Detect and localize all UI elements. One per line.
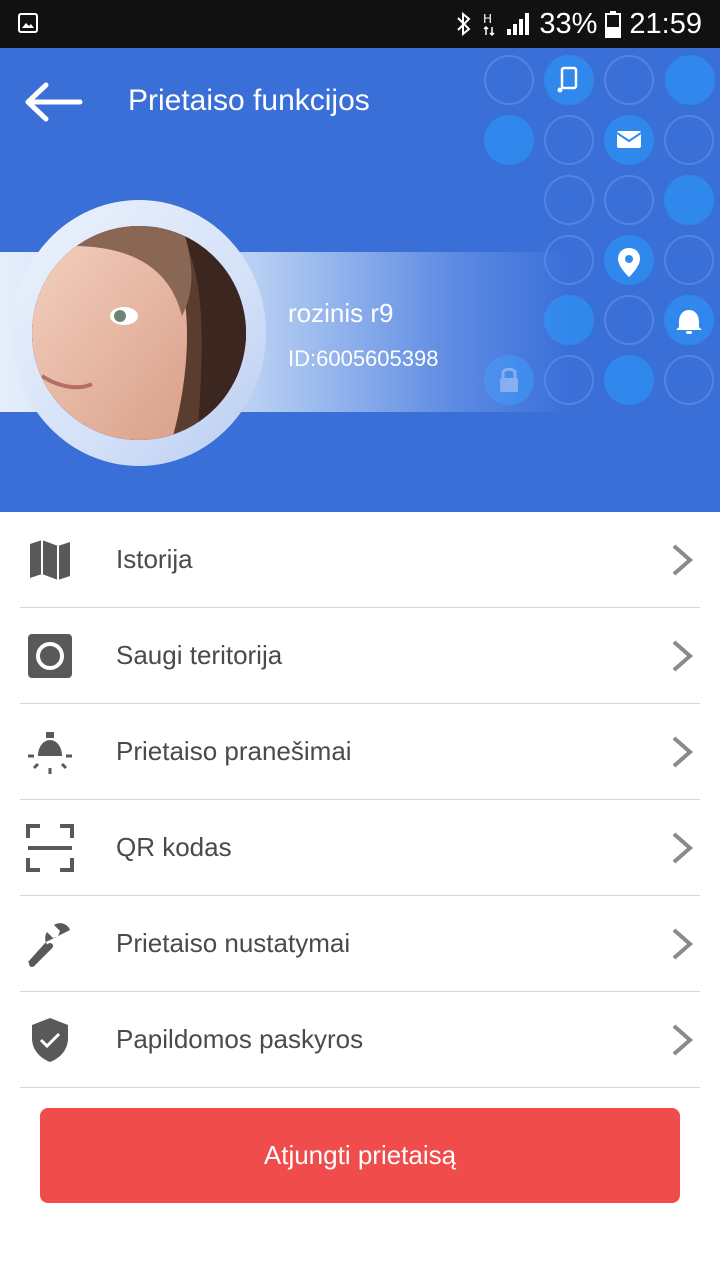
device-avatar[interactable]	[32, 226, 246, 440]
menu-item-prietaiso-pranesimai[interactable]: Prietaiso pranešimai	[20, 704, 700, 800]
bluetooth-icon	[457, 11, 471, 37]
chevron-right-icon	[672, 544, 694, 576]
back-arrow-icon[interactable]	[22, 78, 86, 126]
menu-item-saugi-teritorija[interactable]: Saugi teritorija	[20, 608, 700, 704]
bulb-notification-icon	[28, 732, 72, 774]
menu-item-qr-kodas[interactable]: QR kodas	[20, 800, 700, 896]
mail-icon	[616, 131, 642, 148]
menu-item-label: Istorija	[116, 544, 193, 574]
status-bar: H 33% 21:59	[0, 0, 720, 48]
device-id: ID:6005605398	[288, 346, 439, 371]
chevron-right-icon	[672, 640, 694, 672]
clock: 21:59	[629, 7, 702, 40]
menu-item-label: Papildomos paskyros	[116, 1024, 364, 1054]
menu-item-prietaiso-nustatymai[interactable]: Prietaiso nustatymai	[20, 896, 700, 992]
safe-zone-icon	[28, 634, 72, 678]
gallery-icon	[18, 13, 38, 33]
menu-item-papildomos-paskyros[interactable]: Papildomos paskyros	[20, 992, 700, 1088]
svg-text:H: H	[483, 12, 492, 26]
shield-check-icon	[32, 1018, 68, 1062]
battery-percent: 33%	[539, 7, 598, 40]
qr-scan-icon	[26, 824, 74, 872]
device-header: Prietaiso funkcijos rozinis r9 ID:600560…	[0, 48, 720, 512]
menu-item-label: Prietaiso nustatymai	[116, 928, 351, 958]
child-photo	[32, 226, 246, 440]
page-title: Prietaiso funkcijos	[128, 84, 370, 117]
network-h-icon: H	[483, 12, 495, 37]
menu-item-istorija[interactable]: Istorija	[20, 512, 700, 608]
chevron-right-icon	[672, 1024, 694, 1056]
function-menu: Istorija Saugi teritorija Prietaiso pran…	[0, 512, 720, 1088]
battery-icon	[605, 11, 622, 38]
chevron-right-icon	[672, 736, 694, 768]
device-name: rozinis r9	[288, 298, 394, 328]
disconnect-device-button[interactable]: Atjungti prietaisą	[40, 1108, 680, 1203]
menu-item-label: QR kodas	[116, 832, 232, 862]
map-icon	[30, 540, 70, 580]
menu-item-label: Prietaiso pranešimai	[116, 736, 352, 766]
menu-item-label: Saugi teritorija	[116, 640, 283, 670]
wrench-icon	[28, 923, 70, 967]
chevron-right-icon	[672, 832, 694, 864]
chevron-right-icon	[672, 928, 694, 960]
signal-icon	[507, 13, 530, 35]
